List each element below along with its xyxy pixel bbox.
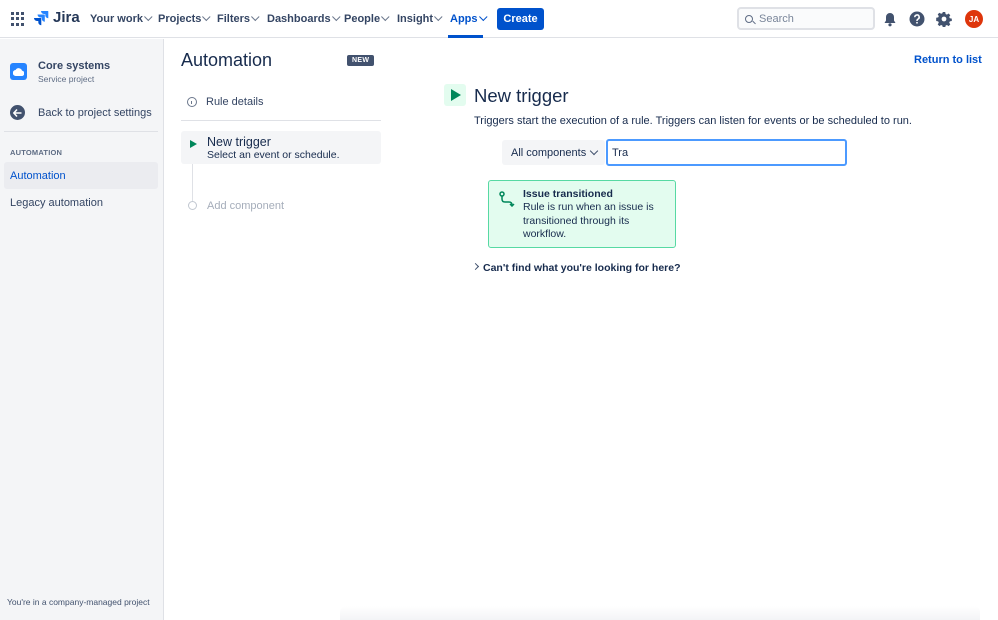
return-to-list-link[interactable]: Return to list (914, 54, 982, 66)
chevron-down-icon (144, 12, 153, 22)
rule-connector-line (192, 164, 193, 201)
add-component-dot-icon (188, 201, 197, 210)
sidebar-item-legacy-automation[interactable]: Legacy automation (4, 189, 158, 216)
chevron-down-icon (434, 12, 443, 22)
project-type: Service project (38, 74, 95, 84)
nav-your-work[interactable]: Your work (90, 12, 153, 26)
play-icon (451, 89, 461, 101)
trigger-card-title: New trigger (207, 135, 271, 149)
back-to-project-settings-link[interactable]: Back to project settings (10, 105, 152, 120)
chevron-down-icon (331, 12, 341, 22)
result-title: Issue transitioned (523, 188, 613, 200)
sidebar-section-label: AUTOMATION (10, 148, 63, 157)
project-sidebar: Core systems Service project Back to pro… (0, 39, 164, 620)
nav-label: Your work (90, 13, 143, 25)
search-input[interactable] (759, 12, 859, 25)
chevron-down-icon (251, 12, 260, 22)
nav-label: Filters (217, 13, 251, 25)
search-icon (745, 14, 753, 23)
add-component-link[interactable]: Add component (207, 200, 284, 212)
sidebar-item-automation[interactable]: Automation (4, 162, 158, 189)
play-icon (190, 140, 197, 148)
nav-apps[interactable]: Apps (450, 12, 488, 26)
user-avatar[interactable]: JA (965, 10, 983, 28)
settings-icon[interactable] (935, 10, 953, 28)
search-box[interactable] (737, 7, 875, 30)
chevron-down-icon (202, 12, 211, 22)
nav-label: People (344, 13, 381, 25)
chevron-down-icon (381, 12, 390, 22)
nav-dashboards[interactable]: Dashboards (267, 12, 341, 26)
top-navigation: Jira Your work Projects Filters Dashboar… (0, 0, 998, 38)
sidebar-item-label: Automation (10, 169, 66, 182)
chevron-down-icon (589, 146, 599, 156)
rule-details-label: Rule details (206, 96, 264, 108)
trigger-search-input[interactable] (606, 139, 847, 166)
issue-transitioned-option[interactable]: Issue transitioned Rule is run when an i… (488, 180, 676, 248)
result-description: Rule is run when an issue is transitione… (523, 201, 654, 240)
project-cloud-icon (10, 63, 27, 80)
bottom-panel-shadow (340, 606, 980, 620)
jira-logo[interactable]: Jira (33, 9, 80, 26)
back-link-label: Back to project settings (38, 106, 152, 119)
bell-icon[interactable] (881, 10, 899, 28)
nav-insight[interactable]: Insight (397, 12, 443, 26)
automation-title: Automation (181, 50, 273, 70)
sidebar-divider (4, 131, 158, 132)
new-badge: NEW (347, 55, 375, 66)
component-filter-select[interactable]: All components (502, 140, 605, 165)
sidebar-item-label: Legacy automation (10, 196, 103, 209)
nav-label: Projects (158, 13, 202, 25)
info-icon (187, 97, 197, 107)
panel-divider (181, 120, 381, 121)
cant-find-expander[interactable]: Can't find what you're looking for here? (471, 262, 681, 274)
active-nav-indicator (448, 35, 483, 38)
nav-projects[interactable]: Projects (158, 12, 211, 26)
help-icon[interactable] (908, 10, 926, 28)
cant-find-label: Can't find what you're looking for here? (483, 262, 681, 274)
nav-label: Insight (397, 13, 434, 25)
page-title: New trigger (474, 85, 569, 106)
nav-filters[interactable]: Filters (217, 12, 260, 26)
app-switcher-icon[interactable] (11, 12, 25, 26)
jira-icon (34, 10, 49, 25)
trigger-card-subtitle: Select an event or schedule. (207, 149, 340, 161)
nav-label: Apps (450, 13, 478, 25)
arrow-left-icon (10, 105, 25, 120)
filter-select-value: All components (511, 146, 587, 159)
brand-name: Jira (53, 9, 80, 26)
nav-people[interactable]: People (344, 12, 390, 26)
chevron-right-icon (471, 262, 480, 271)
new-trigger-card[interactable]: New trigger Select an event or schedule. (181, 131, 381, 164)
chevron-down-icon (478, 12, 488, 22)
create-button[interactable]: Create (497, 8, 544, 30)
page-description: Triggers start the execution of a rule. … (474, 115, 912, 127)
project-name: Core systems (38, 60, 111, 72)
trigger-play-icon (444, 84, 466, 106)
transition-icon (499, 191, 515, 207)
nav-label: Dashboards (267, 13, 331, 25)
project-type-footer: You're in a company-managed project (7, 597, 150, 607)
rule-details-link[interactable]: Rule details (187, 96, 263, 108)
